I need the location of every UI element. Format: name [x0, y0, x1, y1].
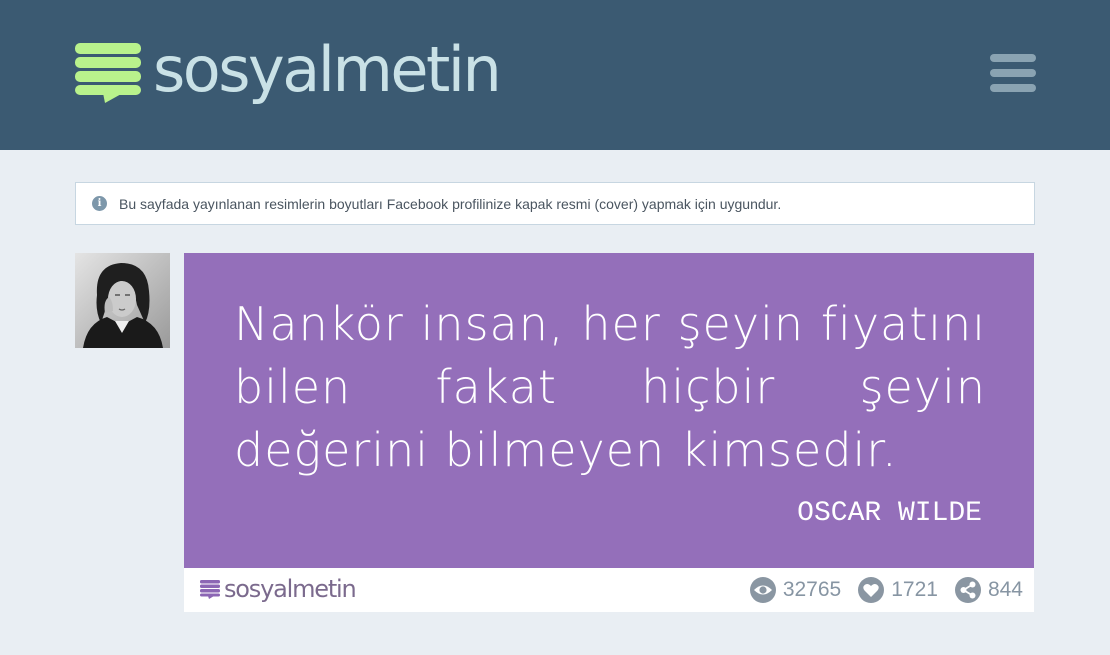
heart-icon — [858, 577, 885, 603]
speech-bubble-logo-icon — [200, 579, 220, 599]
likes-stat[interactable]: 1721 — [857, 576, 938, 604]
footer-logo-text: sosyalmetin — [224, 575, 357, 603]
quote-author: OSCAR WILDE — [797, 498, 982, 529]
shares-stat[interactable]: 844 — [954, 576, 1023, 604]
share-icon — [954, 577, 981, 603]
site-header: sosyalmetin — [0, 0, 1110, 150]
views-stat[interactable]: 32765 — [749, 576, 841, 604]
quote-text: Nankör insan, her şeyin fiyatını bilen f… — [234, 297, 986, 477]
post-stats: 32765 1721 844 — [733, 574, 1023, 606]
likes-count: 1721 — [891, 578, 938, 601]
info-notice: i Bu sayfada yayınlanan resimlerin boyut… — [75, 182, 1035, 225]
shares-count: 844 — [987, 578, 1023, 601]
quote-image[interactable]: Nankör insan, her şeyin fiyatını bilen f… — [184, 253, 1034, 568]
author-avatar[interactable] — [75, 253, 170, 348]
quote-card: Nankör insan, her şeyin fiyatını bilen f… — [184, 253, 1034, 612]
footer-logo: sosyalmetin — [200, 575, 357, 603]
speech-bubble-logo-icon — [75, 43, 141, 103]
notice-text: Bu sayfada yayınlanan resimlerin boyutla… — [119, 195, 782, 212]
logo-text: sosyalmetin — [153, 33, 502, 106]
hamburger-menu-icon[interactable] — [990, 54, 1036, 92]
site-logo[interactable]: sosyalmetin — [75, 28, 502, 112]
eye-icon — [749, 577, 776, 603]
views-count: 32765 — [782, 578, 842, 601]
card-footer: sosyalmetin 32765 1721 844 — [184, 568, 1034, 612]
info-icon: i — [92, 196, 107, 211]
